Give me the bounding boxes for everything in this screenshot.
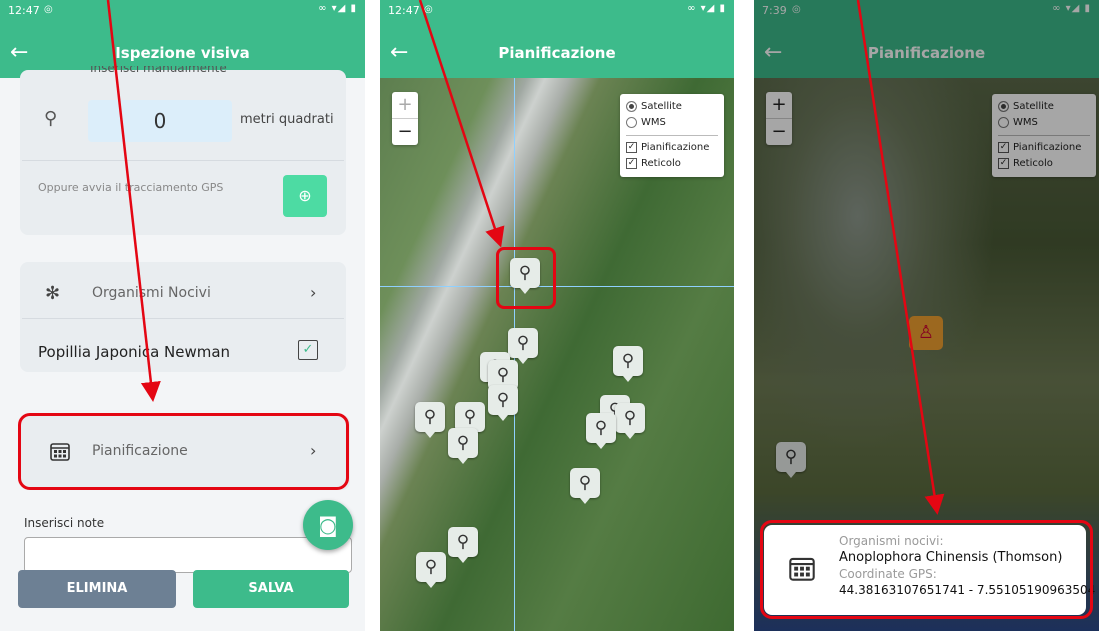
planning-label: Pianificazione <box>92 443 188 459</box>
save-button[interactable]: SALVA <box>193 570 349 608</box>
magnifier-marker-icon[interactable]: ⚲ <box>415 402 445 438</box>
layer-label: WMS <box>641 117 666 128</box>
radio-icon <box>626 116 637 128</box>
camera-button[interactable]: ◙ <box>303 500 353 550</box>
notification-icon: ◎ <box>44 4 53 15</box>
system-icons: ∞ ▾◢ ▮ <box>318 3 357 14</box>
screen-planning-detail: 7:39 ◎ ∞ ▾◢ ▮ ← Pianificazione + − Satel… <box>754 0 1099 631</box>
magnifier-marker-icon[interactable]: ⚲ <box>615 403 645 439</box>
layer-satellite[interactable]: Satellite <box>626 99 718 115</box>
divider <box>22 160 344 161</box>
magnifier-marker-icon[interactable]: ⚲ <box>416 552 446 588</box>
magnifier-marker-icon[interactable]: ⚲ <box>570 468 600 504</box>
location-pin-icon: ⚲ <box>44 108 58 129</box>
area-header-partial: Inserisci manualmente <box>90 66 227 75</box>
app-bar: 12:47 ◎ ∞ ▾◢ ▮ ← Pianificazione <box>380 0 734 78</box>
area-input[interactable]: 0 <box>88 100 232 142</box>
page-title: Pianificazione <box>498 44 616 62</box>
grid-line <box>380 286 734 287</box>
layer-label: Pianificazione <box>641 142 710 153</box>
magnifier-marker-icon[interactable]: ⚲ <box>448 527 478 563</box>
status-time: 12:47 <box>388 4 420 17</box>
page-title: Ispezione visiva <box>115 44 250 62</box>
notification-icon: ◎ <box>424 4 433 15</box>
crosshair-icon: ⊕ <box>298 186 312 205</box>
bug-icon: ✻ <box>45 283 61 304</box>
calendar-icon <box>50 443 70 461</box>
screen-planning-map: 12:47 ◎ ∞ ▾◢ ▮ ← Pianificazione + − Sate… <box>380 0 734 631</box>
highlight-box <box>760 520 1093 619</box>
checkbox-icon: ✓ <box>626 157 637 169</box>
pest-item: Popillia Japonica Newman <box>38 343 231 361</box>
layer-label: Satellite <box>641 101 682 112</box>
area-unit: metri quadrati <box>240 112 334 127</box>
chevron-right-icon[interactable]: › <box>310 441 316 460</box>
status-bar: 12:47 ◎ ∞ ▾◢ ▮ <box>380 0 734 22</box>
notes-input[interactable] <box>24 537 352 573</box>
separator <box>626 135 718 136</box>
camera-icon: ◙ <box>318 513 338 537</box>
layer-selector: Satellite WMS ✓ Pianificazione ✓ Reticolo <box>620 94 724 177</box>
chevron-right-icon[interactable]: › <box>310 283 316 302</box>
radio-icon <box>626 100 637 112</box>
screen-inspection: 12:47 ◎ ∞ ▾◢ ▮ ← Ispezione visiva Inseri… <box>0 0 365 631</box>
gps-tracking-button[interactable]: ⊕ <box>283 175 327 217</box>
layer-grid[interactable]: ✓ Reticolo <box>626 156 718 172</box>
pests-label[interactable]: Organismi Nocivi <box>92 285 211 301</box>
zoom-out-button[interactable]: − <box>392 119 418 145</box>
magnifier-marker-icon[interactable]: ⚲ <box>448 428 478 464</box>
layer-wms[interactable]: WMS <box>626 115 718 131</box>
zoom-in-button[interactable]: + <box>392 92 418 119</box>
gps-hint: Oppure avvia il tracciamento GPS <box>38 181 224 194</box>
pest-checkbox[interactable]: ✓ <box>298 340 318 360</box>
highlight-box <box>496 247 556 309</box>
status-time: 12:47 <box>8 4 40 17</box>
notes-label: Inserisci note <box>24 516 105 530</box>
zoom-control: + − <box>392 92 418 145</box>
magnifier-marker-icon[interactable]: ⚲ <box>613 346 643 382</box>
divider <box>22 318 344 319</box>
magnifier-marker-icon[interactable]: ⚲ <box>586 413 616 449</box>
system-icons: ∞ ▾◢ ▮ <box>687 3 726 14</box>
magnifier-marker-icon[interactable]: ⚲ <box>488 385 518 421</box>
layer-planning[interactable]: ✓ Pianificazione <box>626 140 718 156</box>
layer-label: Reticolo <box>641 158 681 169</box>
delete-button[interactable]: ELIMINA <box>18 570 176 608</box>
status-bar: 12:47 ◎ ∞ ▾◢ ▮ <box>0 0 365 22</box>
checkbox-icon: ✓ <box>626 141 637 153</box>
magnifier-marker-icon[interactable]: ⚲ <box>508 328 538 364</box>
